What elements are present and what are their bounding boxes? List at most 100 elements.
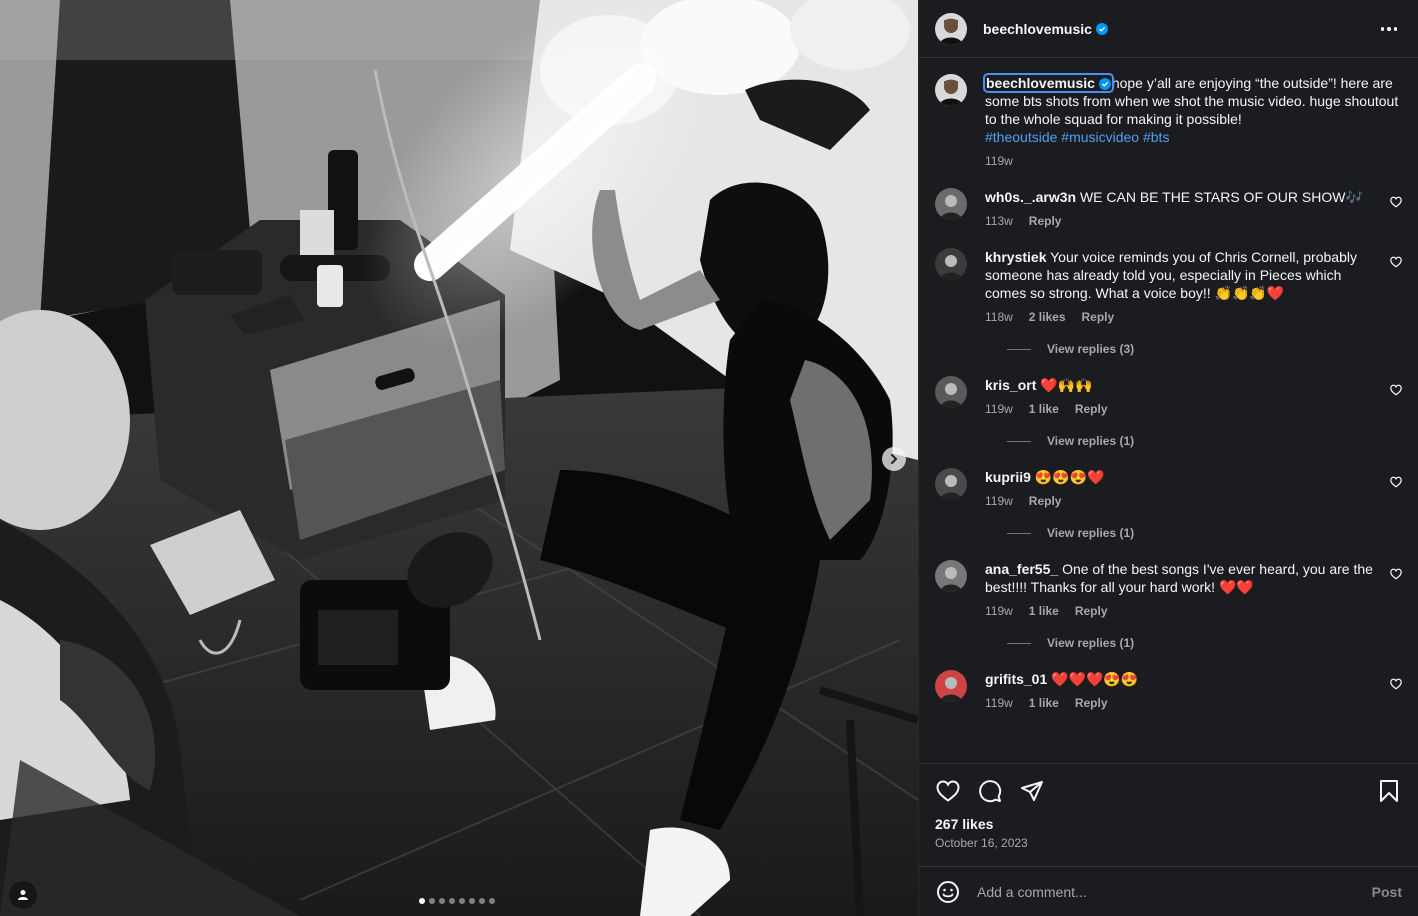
slide-indicator: [419, 898, 495, 904]
commenter-avatar[interactable]: [935, 468, 967, 500]
comment-meta: 119w 1 like Reply: [985, 602, 1378, 620]
comment-likes[interactable]: 1 like: [1029, 400, 1059, 418]
save-button[interactable]: [1376, 778, 1402, 804]
post-comment-button[interactable]: Post: [1372, 884, 1402, 900]
caption-avatar[interactable]: [935, 74, 967, 106]
verified-badge-icon: [1098, 78, 1111, 90]
more-icon-dot: [1387, 27, 1391, 31]
caption-body: beechlovemusic hope y’all are enjoying “…: [983, 73, 1402, 170]
comments-list[interactable]: beechlovemusic hope y’all are enjoying “…: [919, 58, 1418, 763]
comment-time: 119w: [985, 494, 1013, 508]
comment-like-heart-icon[interactable]: [1390, 256, 1402, 268]
view-replies-button[interactable]: View replies (3): [1007, 340, 1402, 358]
comment-like-heart-icon[interactable]: [1390, 476, 1402, 488]
caption-username[interactable]: beechlovemusic: [983, 73, 1114, 93]
commenter-avatar[interactable]: [935, 376, 967, 408]
comment-button[interactable]: [977, 778, 1003, 804]
share-icon: [1021, 781, 1043, 801]
comment-meta: 118w 2 likes Reply: [985, 308, 1378, 326]
slide-dot: [419, 898, 425, 904]
comment-meta: 119w 1 like Reply: [985, 400, 1378, 418]
reply-button[interactable]: Reply: [1075, 694, 1108, 712]
slide-dot: [469, 898, 475, 904]
comment-meta: 119w 1 like Reply: [985, 694, 1378, 712]
next-slide-button[interactable]: [882, 447, 906, 471]
view-replies-line: [1007, 440, 1031, 442]
author-username-text: beechlovemusic: [983, 20, 1092, 37]
user-tag-icon: [18, 890, 28, 900]
commenter-username[interactable]: kris_ort: [985, 377, 1036, 393]
comment-body: grifits_01 ❤️❤️❤️😍😍 119w 1 like Reply: [985, 670, 1402, 712]
reply-button[interactable]: Reply: [1075, 602, 1108, 620]
reply-button[interactable]: Reply: [1082, 308, 1115, 326]
comment-input[interactable]: [977, 883, 1356, 900]
view-replies-button[interactable]: View replies (1): [1007, 634, 1402, 652]
comment-meta: 113w Reply: [985, 212, 1378, 230]
likes-count[interactable]: 267 likes: [935, 816, 1402, 832]
comment-time: 119w: [985, 696, 1013, 710]
view-replies-label: View replies (1): [1047, 434, 1135, 448]
comment-time: 113w: [985, 214, 1013, 228]
more-options-button[interactable]: [1378, 18, 1400, 40]
comment-item: kuprii9 😍😍😍❤️ 119w Reply: [935, 468, 1402, 510]
commenter-avatar[interactable]: [935, 560, 967, 592]
view-replies-button[interactable]: View replies (1): [1007, 432, 1402, 450]
view-replies-line: [1007, 348, 1031, 350]
post-dialog: beechlovemusic beechlovemusic hope y’all…: [0, 0, 1418, 916]
more-icon-dot: [1393, 27, 1398, 31]
like-button[interactable]: [935, 778, 961, 804]
commenter-avatar[interactable]: [935, 670, 967, 702]
share-button[interactable]: [1019, 778, 1045, 804]
comment-icon: [979, 780, 1002, 803]
comment-composer: Post: [919, 866, 1418, 916]
comment-like-heart-icon[interactable]: [1390, 196, 1402, 208]
slide-dot: [479, 898, 485, 904]
caption-hashtags[interactable]: #theoutside #musicvideo #bts: [985, 129, 1169, 145]
comment-time: 119w: [985, 402, 1013, 416]
post-photo: [0, 0, 918, 916]
comment-item: khrystiek Your voice reminds you of Chri…: [935, 248, 1402, 326]
commenter-avatar[interactable]: [935, 188, 967, 220]
slide-dot: [449, 898, 455, 904]
slide-dot: [439, 898, 445, 904]
emoji-button[interactable]: [935, 879, 961, 905]
comment-time: 118w: [985, 310, 1013, 324]
post-actions: 267 likes October 16, 2023: [919, 763, 1418, 866]
user-tags-button[interactable]: [9, 881, 37, 909]
comment-text: WE CAN BE THE STARS OF OUR SHOW🎶: [1079, 189, 1363, 205]
comment-body: khrystiek Your voice reminds you of Chri…: [985, 248, 1402, 326]
comment-like-heart-icon[interactable]: [1390, 568, 1402, 580]
author-avatar[interactable]: [935, 12, 967, 45]
post-media[interactable]: [0, 0, 918, 916]
reply-button[interactable]: Reply: [1029, 492, 1062, 510]
commenter-username[interactable]: grifits_01: [985, 671, 1047, 687]
post-caption: beechlovemusic hope y’all are enjoying “…: [935, 73, 1402, 170]
comment-body: wh0s._.arw3n WE CAN BE THE STARS OF OUR …: [985, 188, 1402, 230]
post-date: October 16, 2023: [935, 836, 1028, 850]
comment-like-heart-icon[interactable]: [1390, 384, 1402, 396]
comment-text: 😍😍😍❤️: [1034, 469, 1105, 485]
view-replies-label: View replies (1): [1047, 636, 1135, 650]
comment-likes[interactable]: 2 likes: [1029, 308, 1066, 326]
view-replies-button[interactable]: View replies (1): [1007, 524, 1402, 542]
comment-like-heart-icon[interactable]: [1390, 678, 1402, 690]
author-username[interactable]: beechlovemusic: [983, 21, 1108, 37]
commenter-username[interactable]: kuprii9: [985, 469, 1031, 485]
verified-badge-icon: [1095, 22, 1108, 35]
caption-time: 119w: [985, 154, 1013, 168]
slide-dot: [459, 898, 465, 904]
commenter-username[interactable]: ana_fer55_: [985, 561, 1058, 577]
view-replies-line: [1007, 532, 1031, 534]
reply-button[interactable]: Reply: [1075, 400, 1108, 418]
comment-item: wh0s._.arw3n WE CAN BE THE STARS OF OUR …: [935, 188, 1402, 230]
reply-button[interactable]: Reply: [1029, 212, 1062, 230]
commenter-username[interactable]: khrystiek: [985, 249, 1046, 265]
comment-body: kris_ort ❤️🙌🙌 119w 1 like Reply: [985, 376, 1402, 418]
comment-likes[interactable]: 1 like: [1029, 602, 1059, 620]
comment-item: kris_ort ❤️🙌🙌 119w 1 like Reply: [935, 376, 1402, 418]
comment-likes[interactable]: 1 like: [1029, 694, 1059, 712]
comment-meta: 119w Reply: [985, 492, 1378, 510]
commenter-avatar[interactable]: [935, 248, 967, 280]
commenter-username[interactable]: wh0s._.arw3n: [985, 189, 1076, 205]
comment-body: ana_fer55_ One of the best songs I've ev…: [985, 560, 1402, 620]
